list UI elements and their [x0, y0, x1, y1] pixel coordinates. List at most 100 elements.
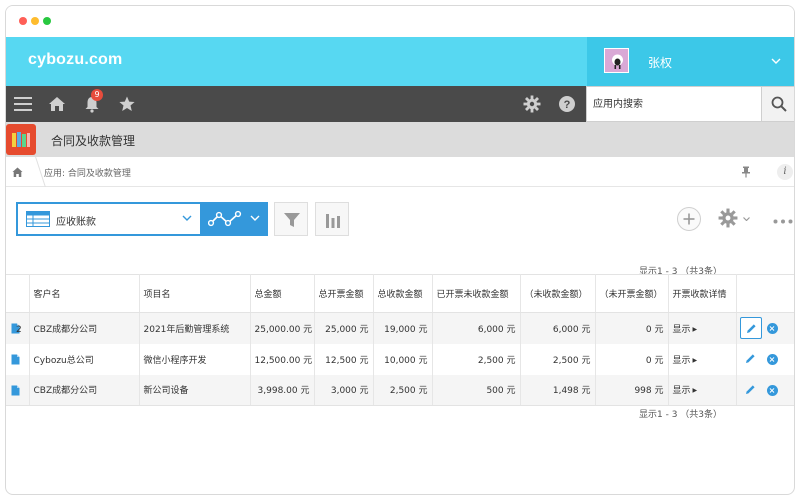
cell-unreceived: 6,000 元: [520, 312, 596, 344]
cell-total-amount: 25,000.00 元: [250, 312, 315, 344]
chevron-down-icon[interactable]: [250, 215, 260, 221]
cybozu-logo[interactable]: cybozu.com: [28, 51, 122, 69]
settings-gear-icon[interactable]: [718, 208, 738, 228]
edit-button[interactable]: [740, 379, 762, 401]
cell-total-received: 10,000 元: [373, 343, 433, 375]
column-header[interactable]: 总金额: [250, 274, 315, 313]
show-details-label: 显示: [672, 324, 691, 335]
info-icon[interactable]: i: [777, 164, 793, 180]
show-details-label: 显示: [672, 355, 691, 366]
view-dropdown[interactable]: 应收账款: [18, 204, 200, 234]
show-details-link[interactable]: 显示 ▶: [673, 386, 698, 396]
delete-icon[interactable]: ×: [766, 323, 778, 334]
more-icon[interactable]: [773, 219, 793, 224]
show-details-link[interactable]: 显示 ▶: [673, 325, 698, 335]
cell-customer: Cybozu总公司: [29, 343, 140, 375]
list-view-icon: [26, 211, 50, 227]
cell-details[interactable]: 显示 ▶: [668, 343, 737, 375]
column-header[interactable]: 总开票金额: [314, 274, 374, 313]
menu-icon[interactable]: [13, 94, 33, 114]
edit-button[interactable]: [739, 317, 762, 339]
chevron-down-icon: [182, 215, 192, 221]
window-close-button[interactable]: [19, 17, 27, 25]
app-search-input[interactable]: [587, 87, 761, 121]
pin-icon[interactable]: [741, 166, 751, 178]
cell-project: 新公司设备: [139, 374, 251, 406]
home-icon[interactable]: [48, 95, 66, 113]
edit-icon: [745, 353, 755, 363]
edit-icon: [745, 384, 755, 394]
cell-invoiced-unreceived: 500 元: [432, 374, 521, 406]
header-actions-spacer: [736, 274, 794, 313]
delete-icon[interactable]: ×: [766, 353, 778, 365]
table-row: CBZ成都分公司 新公司设备 3,998.00 元 3,000 元 2,500 …: [6, 374, 794, 406]
notification-badge: 9: [91, 89, 103, 101]
cell-total-received: 19,000 元: [373, 312, 433, 344]
cell-project: 2021年后勤管理系统: [139, 312, 251, 344]
breadcrumb: 应用: 合同及收款管理 i: [6, 157, 794, 187]
record-detail-link[interactable]: [6, 374, 30, 406]
show-details-label: 显示: [672, 386, 691, 397]
cell-invoiced-unreceived: 6,000 元: [432, 312, 521, 344]
column-header[interactable]: 已开票未收款金额: [432, 274, 521, 313]
help-icon[interactable]: ?: [558, 95, 576, 113]
search-icon: [771, 96, 787, 112]
graph-icon[interactable]: [208, 209, 242, 229]
records-table: 客户名 项目名 总金额 总开票金额 总收款金额 已开票未收款金额 （未收款金额）…: [6, 274, 794, 406]
cell-total-invoiced: 25,000 元: [314, 312, 374, 344]
column-header[interactable]: （未收款金额）: [520, 274, 596, 313]
cell-total-amount: 12,500.00 元: [250, 343, 315, 375]
window-maximize-button[interactable]: [43, 17, 51, 25]
record-detail-link[interactable]: [6, 343, 30, 375]
view-selected-label: 应收账款: [56, 217, 96, 228]
column-header[interactable]: （未开票金额）: [595, 274, 669, 313]
user-menu[interactable]: 张权: [587, 37, 794, 86]
column-header[interactable]: 项目名: [139, 274, 251, 313]
home-icon[interactable]: [12, 167, 23, 178]
show-details-link[interactable]: 显示 ▶: [673, 356, 698, 366]
chart-button[interactable]: [315, 202, 349, 236]
binders-icon: [12, 132, 30, 147]
edit-button[interactable]: [740, 348, 762, 370]
delete-icon[interactable]: ×: [766, 384, 778, 396]
app-icon[interactable]: [6, 124, 36, 155]
cell-details[interactable]: 显示 ▶: [668, 374, 737, 406]
breadcrumb-app-link[interactable]: 应用: 合同及收款管理: [44, 166, 131, 179]
header-spacer: [6, 274, 30, 313]
column-header[interactable]: 客户名: [29, 274, 140, 313]
top-header: cybozu.com 张权: [6, 37, 794, 86]
filter-button[interactable]: [274, 202, 308, 236]
window-titlebar: [6, 6, 794, 37]
app-search-box: [586, 86, 762, 122]
gear-icon[interactable]: [523, 95, 541, 113]
record-detail-link[interactable]: 2: [6, 312, 30, 344]
view-selector: 应收账款: [16, 202, 268, 236]
column-header[interactable]: 开票收款详情: [668, 274, 737, 313]
filter-icon: [284, 213, 300, 227]
cell-total-invoiced: 12,500 元: [314, 343, 374, 375]
cell-unreceived: 1,498 元: [520, 374, 596, 406]
app-title: 合同及收款管理: [51, 134, 136, 148]
cell-uninvoiced: 998 元: [595, 374, 669, 406]
global-navbar: 9 ?: [6, 86, 794, 122]
cell-uninvoiced: 0 元: [595, 312, 669, 344]
window-minimize-button[interactable]: [31, 17, 39, 25]
table-row: Cybozu总公司 微信小程序开发 12,500.00 元 12,500 元 1…: [6, 343, 794, 375]
chevron-down-icon[interactable]: [743, 217, 750, 221]
cell-details[interactable]: 显示 ▶: [668, 312, 737, 344]
record-count-bottom: 显示1 - 3 （共3条）: [639, 410, 723, 420]
caret-right-icon: ▶: [692, 325, 698, 333]
add-record-button[interactable]: [677, 207, 701, 231]
svg-text:?: ?: [564, 99, 571, 111]
search-button[interactable]: [762, 86, 794, 122]
user-name: 张权: [648, 56, 673, 70]
cell-customer: CBZ成都分公司: [29, 374, 140, 406]
caret-right-icon: ▶: [692, 356, 698, 364]
app-title-bar: 合同及收款管理: [6, 122, 794, 157]
cell-total-amount: 3,998.00 元: [250, 374, 315, 406]
chevron-down-icon: [771, 58, 781, 64]
column-header[interactable]: 总收款金额: [373, 274, 433, 313]
row-actions: ×: [736, 343, 794, 375]
plus-icon: [683, 213, 695, 225]
star-icon[interactable]: [118, 95, 136, 113]
